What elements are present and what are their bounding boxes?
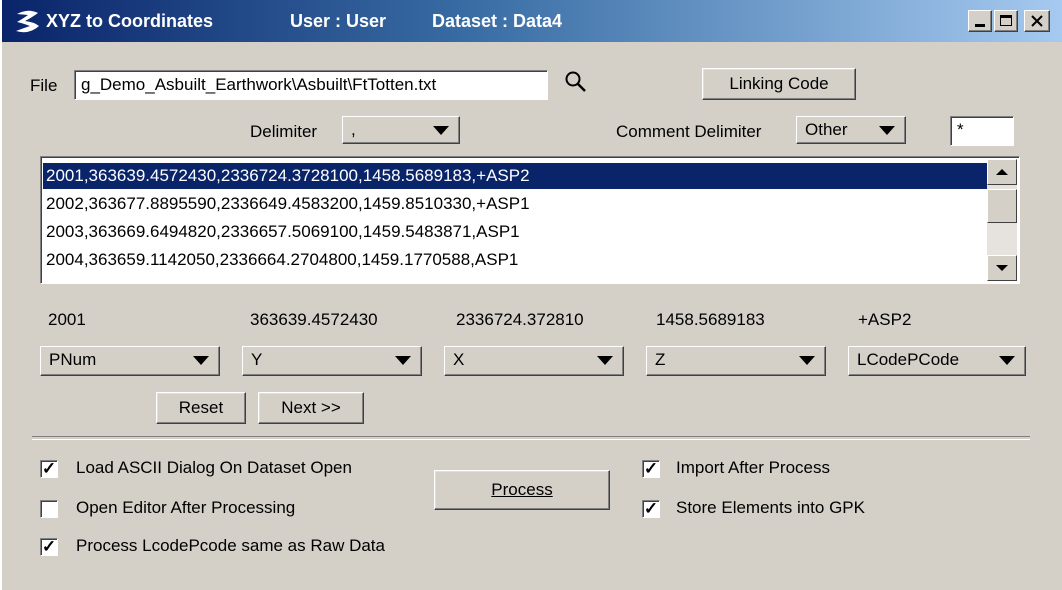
column-field-value: PNum [49, 350, 97, 369]
column-field-value: X [453, 350, 465, 369]
delimiter-label: Delimiter [250, 122, 318, 141]
process-button-label: Process [491, 480, 553, 499]
column-preview-3: 2336724.372810 [456, 310, 584, 329]
checkmark-icon: ✓ [643, 459, 659, 478]
column-preview-5: +ASP2 [858, 310, 912, 329]
minimize-button[interactable] [968, 10, 992, 32]
minimize-icon [975, 24, 985, 27]
title-bar[interactable]: XYZ to Coordinates User : User Dataset :… [2, 0, 1062, 42]
search-icon[interactable] [564, 70, 588, 94]
comment-delimiter-input[interactable]: * [950, 116, 1014, 146]
chevron-down-icon [433, 126, 449, 135]
comment-delimiter-label: Comment Delimiter [616, 122, 762, 141]
chevron-down-icon [879, 126, 895, 135]
divider [32, 436, 1030, 440]
chevron-down-icon [193, 356, 209, 365]
column-field-select-5[interactable]: LCodePCode [848, 346, 1026, 376]
store-elements-label: Store Elements into GPK [676, 498, 865, 517]
scroll-thumb[interactable] [987, 189, 1017, 223]
list-item[interactable]: 2002,363677.8895590,2336649.4583200,1459… [43, 191, 989, 217]
column-preview-2: 363639.4572430 [250, 310, 378, 329]
close-button[interactable] [1024, 10, 1050, 32]
next-button[interactable]: Next >> [258, 392, 364, 424]
column-preview-4: 1458.5689183 [656, 310, 765, 329]
column-field-value: LCodePCode [857, 350, 960, 369]
list-item[interactable]: 2001,363639.4572430,2336724.3728100,1458… [43, 163, 989, 189]
scroll-down-button[interactable] [987, 255, 1017, 281]
store-elements-checkbox[interactable]: ✓ [642, 500, 660, 518]
app-logo-icon [16, 10, 39, 33]
file-path-input[interactable]: g_Demo_Asbuilt_Earthwork\Asbuilt\FtTotte… [74, 70, 548, 100]
chevron-down-icon [999, 356, 1015, 365]
checkmark-icon: ✓ [643, 499, 659, 518]
process-lcode-checkbox[interactable]: ✓ [40, 538, 58, 556]
comment-delimiter-value: Other [805, 120, 848, 139]
column-field-select-3[interactable]: X [444, 346, 624, 376]
vertical-scrollbar[interactable] [987, 159, 1017, 281]
maximize-button[interactable] [994, 10, 1018, 32]
list-item[interactable]: 2004,363659.1142050,2336664.2704800,1459… [43, 247, 989, 273]
column-field-select-4[interactable]: Z [646, 346, 826, 376]
file-label: File [30, 76, 58, 95]
close-icon [1031, 15, 1043, 27]
maximize-icon [1000, 15, 1012, 26]
checkmark-icon: ✓ [41, 537, 57, 556]
column-field-value: Y [251, 350, 263, 369]
process-button[interactable]: Process [434, 470, 610, 510]
arrow-down-icon [996, 265, 1008, 271]
linking-code-button[interactable]: Linking Code [702, 68, 856, 100]
delimiter-value: , [351, 120, 356, 139]
column-preview-1: 2001 [48, 310, 86, 329]
column-field-value: Z [655, 350, 666, 369]
chevron-down-icon [395, 356, 411, 365]
chevron-down-icon [597, 356, 613, 365]
window-title: XYZ to Coordinates [46, 11, 214, 31]
chevron-down-icon [799, 356, 815, 365]
checkmark-icon: ✓ [41, 459, 57, 478]
list-item[interactable]: 2003,363669.6494820,2336657.5069100,1459… [43, 219, 989, 245]
main-window: XYZ to Coordinates User : User Dataset :… [0, 0, 1062, 590]
data-preview-list[interactable]: 2001,363639.4572430,2336724.3728100,1458… [40, 156, 1020, 284]
column-field-select-2[interactable]: Y [242, 346, 422, 376]
open-editor-checkbox[interactable] [40, 500, 58, 518]
comment-delimiter-select[interactable]: Other [796, 116, 906, 144]
scroll-up-button[interactable] [987, 159, 1017, 185]
process-lcode-label: Process LcodePcode same as Raw Data [76, 536, 385, 555]
open-editor-label: Open Editor After Processing [76, 498, 296, 517]
import-after-process-label: Import After Process [676, 458, 830, 477]
delimiter-select[interactable]: , [342, 116, 460, 144]
load-ascii-dialog-label: Load ASCII Dialog On Dataset Open [76, 458, 352, 477]
dataset-label: Dataset : Data4 [432, 11, 563, 31]
column-field-select-1[interactable]: PNum [40, 346, 220, 376]
user-label: User : User [290, 11, 387, 31]
load-ascii-dialog-checkbox[interactable]: ✓ [40, 460, 58, 478]
import-after-process-checkbox[interactable]: ✓ [642, 460, 660, 478]
arrow-up-icon [996, 169, 1008, 175]
reset-button[interactable]: Reset [156, 392, 246, 424]
